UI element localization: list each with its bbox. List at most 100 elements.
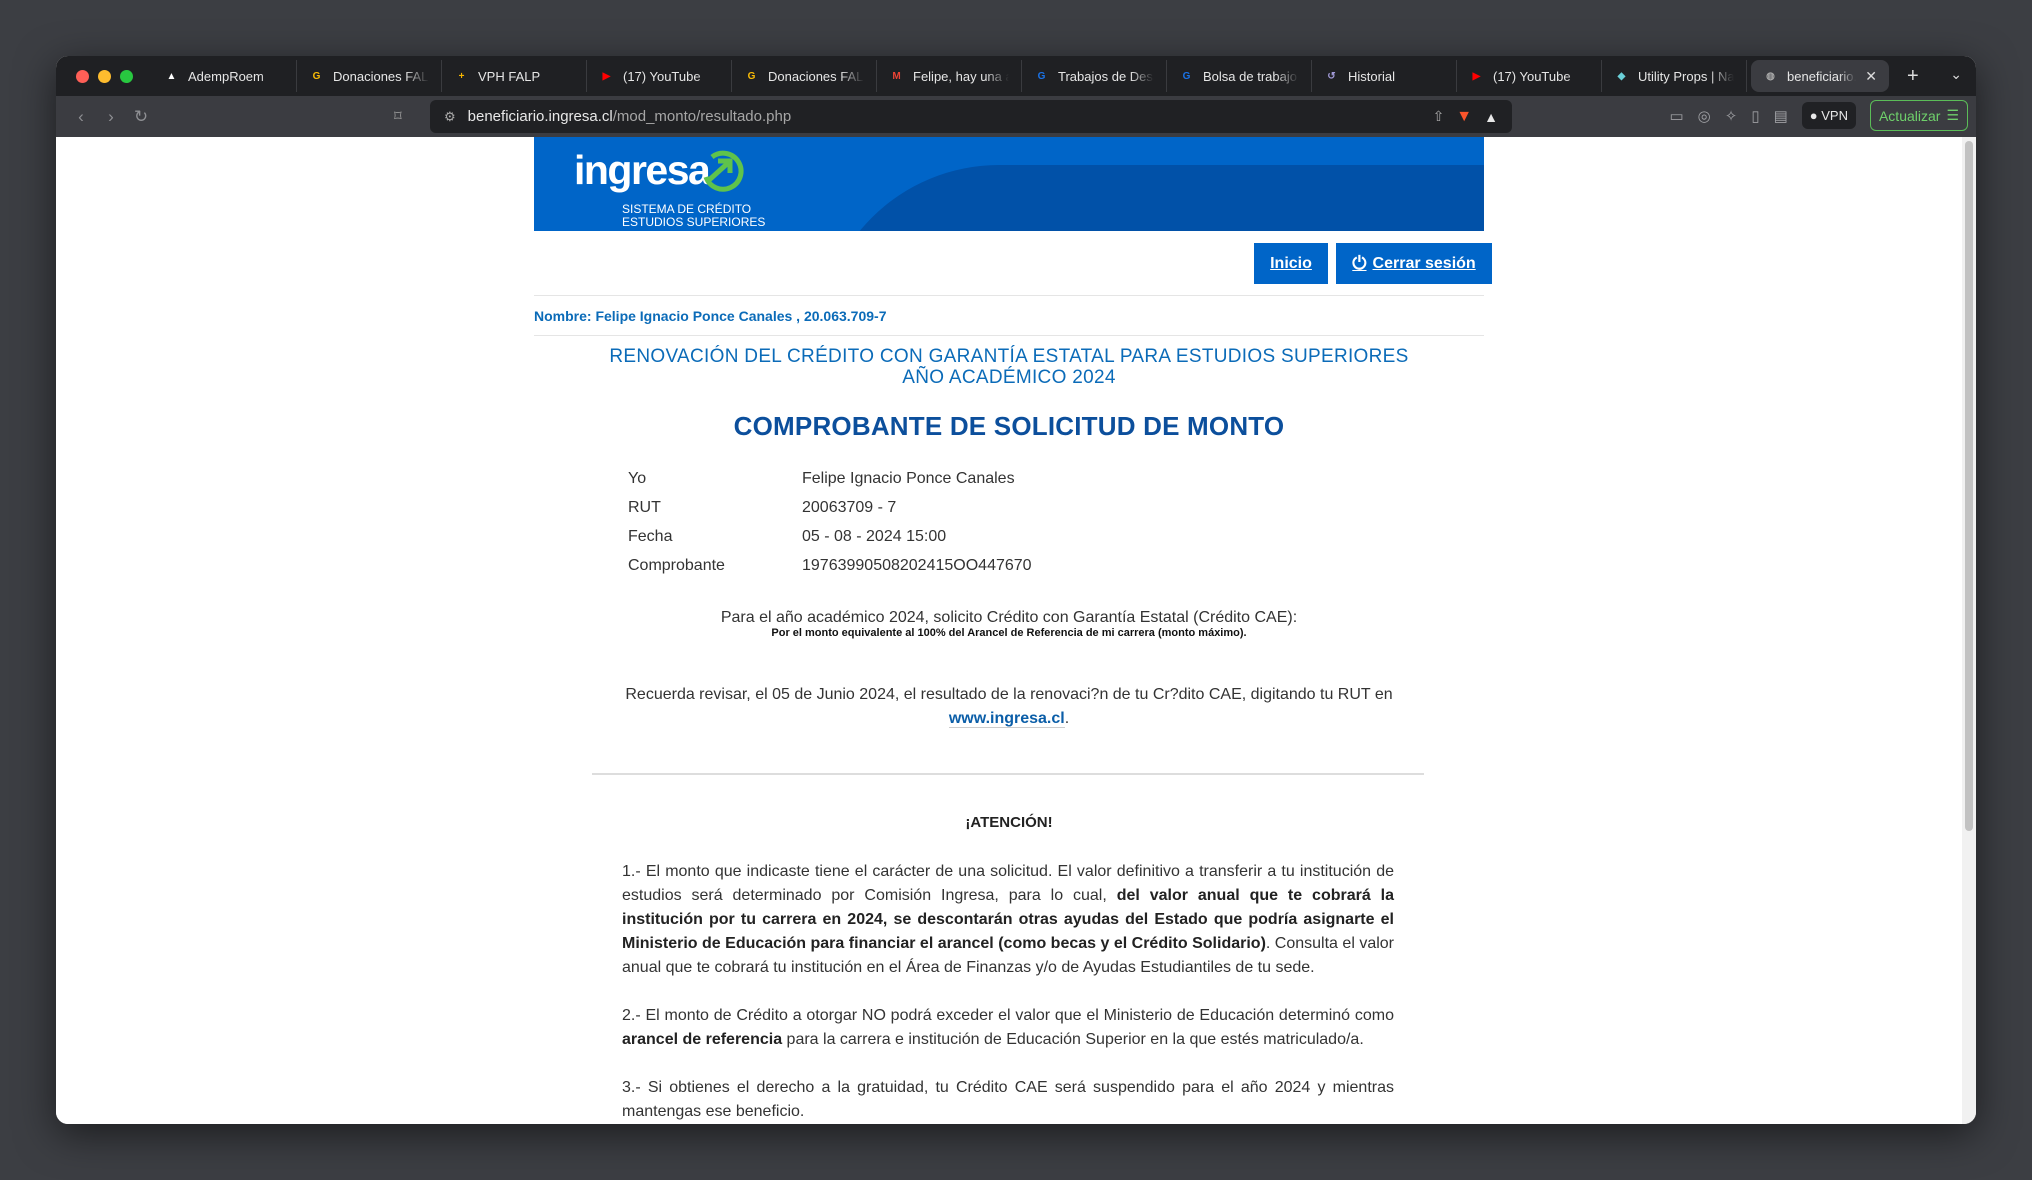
close-window-button[interactable]: [76, 69, 89, 83]
user-name: Nombre: Felipe Ignacio Ponce Canales , 2…: [534, 308, 887, 324]
youtube-icon: ▶: [602, 70, 611, 82]
tab-label: Donaciones FALP: [333, 68, 429, 84]
divider: [592, 773, 1424, 775]
cerrar-sesion-button[interactable]: ⏻ Cerrar sesión: [1336, 243, 1492, 284]
info-label: Yo: [628, 469, 647, 487]
info-label: RUT: [628, 498, 661, 516]
request-statement: Para el año académico 2024, solicito Cré…: [534, 609, 1484, 639]
tab-10[interactable]: ▶ (17) YouTube: [1457, 60, 1602, 92]
ingresa-logo[interactable]: ingresa SISTEMA DE CRÉDITO ESTUDIOS SUPE…: [574, 147, 765, 229]
reminder-period: .: [1064, 710, 1070, 727]
tab-7[interactable]: G Trabajos de Desa: [1022, 60, 1167, 92]
term-2-bold: arancel de referencia: [622, 1031, 783, 1048]
tab-5[interactable]: G Donaciones FALP: [732, 60, 877, 92]
extensions-icon[interactable]: ✧: [1725, 107, 1738, 125]
site-settings-icon[interactable]: ⚙: [444, 109, 456, 125]
tab-label: AdempRoem: [188, 68, 264, 84]
tab-12[interactable]: ◍ beneficiario.ingresa.cl ✕: [1751, 60, 1889, 92]
info-value: 20063709 - 7: [802, 498, 897, 516]
menu-icon: ☰: [1946, 107, 1959, 123]
receipt-info: Yo Felipe Ignacio Ponce Canales RUT 200637…: [628, 464, 1032, 580]
google-icon: G: [312, 70, 321, 82]
request-text: Para el año académico 2024, solicito Cré…: [720, 609, 1298, 626]
renewal-title-line1: RENOVACIÓN DEL CRÉDITO CON GARANTÍA ESTA…: [609, 346, 1409, 367]
tab-3[interactable]: + VPH FALP: [442, 60, 587, 92]
cube-icon: ◆: [1617, 70, 1626, 82]
brave-shields-icon[interactable]: ▼: [1456, 108, 1472, 126]
inicio-button[interactable]: Inicio: [1254, 243, 1328, 284]
url-path: /mod_monto/resultado.php: [612, 108, 792, 125]
sidebar-icon[interactable]: ▯: [1751, 107, 1759, 125]
tab-label: (17) YouTube: [623, 68, 701, 84]
brave-rewards-icon[interactable]: ▲: [1484, 109, 1498, 125]
term-3: 3.- Si obtienes el derecho a la gratuida…: [622, 1079, 1394, 1120]
back-arrow-icon[interactable]: ‹: [66, 107, 96, 127]
minimize-window-button[interactable]: [98, 69, 111, 83]
receipt-title: COMPROBANTE DE SOLICITUD DE MONTO: [733, 411, 1285, 441]
header-buttons: Inicio ⏻ Cerrar sesión: [534, 243, 1492, 285]
ingresa-link[interactable]: www.ingresa.cl: [948, 710, 1065, 728]
globe-icon: ◍: [1766, 70, 1775, 82]
url-text[interactable]: beneficiario.ingresa.cl/mod_monto/result…: [468, 108, 1421, 125]
tab-9[interactable]: ↺ Historial: [1312, 60, 1457, 92]
inicio-label: Inicio: [1270, 254, 1312, 272]
address-bar[interactable]: ⚙ beneficiario.ingresa.cl/mod_monto/resu…: [430, 100, 1512, 133]
info-row: Comprobante 19763990508202415OO447670: [628, 551, 1032, 580]
term-2: 2.- El monto de Crédito a otorgar NO pod…: [622, 1004, 1394, 1052]
leo-ai-icon[interactable]: ◎: [1698, 107, 1711, 125]
gmail-icon: M: [892, 70, 901, 82]
g-icon: G: [1182, 70, 1191, 82]
tab-4[interactable]: ▶ (17) YouTube: [587, 60, 732, 92]
vpn-label: VPN: [1821, 108, 1848, 123]
bookmark-icon[interactable]: ⌑: [394, 107, 402, 125]
tab-label: beneficiario.ingresa.cl: [1787, 68, 1856, 84]
triangle-icon: ▲: [166, 70, 177, 82]
tab-label: Utility Props | Na: [1638, 68, 1734, 84]
divider: [534, 295, 1484, 296]
share-icon[interactable]: ⇧: [1433, 108, 1445, 125]
tab-label: Historial: [1348, 68, 1395, 84]
tab-list-chevron-icon[interactable]: ⌄: [1950, 66, 1962, 83]
tab-label: Bolsa de trabajo: [1203, 68, 1297, 84]
page-content: ingresa SISTEMA DE CRÉDITO ESTUDIOS SUPE…: [56, 137, 1962, 1124]
window-controls: [56, 69, 152, 83]
tab-label: (17) YouTube: [1493, 68, 1571, 84]
renewal-title-line2: AÑO ACADÉMICO 2024: [902, 367, 1116, 388]
reload-icon[interactable]: ↻: [126, 107, 156, 127]
tab-2[interactable]: G Donaciones FALP: [297, 60, 442, 92]
tab-label: VPH FALP: [478, 68, 541, 84]
page-scrollbar[interactable]: [1962, 137, 1976, 1124]
info-label: Fecha: [628, 527, 673, 545]
logo-subtitle-line2: ESTUDIOS SUPERIORES: [622, 215, 766, 229]
forward-arrow-icon[interactable]: ›: [96, 107, 126, 127]
wallet-icon[interactable]: ▤: [1774, 107, 1788, 125]
tab-11[interactable]: ◆ Utility Props | Na: [1602, 60, 1747, 92]
new-tab-button[interactable]: +: [1907, 65, 1919, 88]
history-icon: ↺: [1327, 70, 1336, 82]
vpn-button[interactable]: ● VPN: [1801, 102, 1856, 129]
tab-1[interactable]: ▲ AdempRoem: [152, 60, 297, 92]
request-subtext: Por el monto equivalente al 100% del Ara…: [771, 627, 1247, 639]
divider: [534, 335, 1484, 336]
browser-window: ▲ AdempRoem G Donaciones FALP + VPH FALP ▶ (17)…: [56, 56, 1976, 1124]
tab-label: Trabajos de Desa: [1058, 68, 1154, 84]
g-icon: G: [1037, 70, 1046, 82]
update-label: Actualizar: [1878, 107, 1941, 124]
tab-label: Felipe, hay una a: [913, 68, 1009, 84]
ingresa-banner: ingresa SISTEMA DE CRÉDITO ESTUDIOS SUPE…: [534, 137, 1484, 231]
tab-6[interactable]: M Felipe, hay una a: [877, 60, 1022, 92]
screenshot-icon[interactable]: ▭: [1669, 107, 1683, 125]
tab-8[interactable]: G Bolsa de trabajo: [1167, 60, 1312, 92]
tab-strip: ▲ AdempRoem G Donaciones FALP + VPH FALP ▶ (17)…: [152, 56, 1889, 96]
info-label: Comprobante: [628, 556, 725, 574]
cerrar-sesion-label: Cerrar sesión: [1372, 254, 1476, 272]
scrollbar-thumb[interactable]: [1965, 141, 1973, 831]
tab-label: Donaciones FALP: [768, 68, 864, 84]
logo-arrow-icon: [703, 150, 744, 192]
info-row: Fecha 05 - 08 - 2024 15:00: [628, 522, 1032, 551]
info-value: Felipe Ignacio Ponce Canales: [802, 469, 1015, 487]
logo-word: ingresa: [574, 147, 711, 193]
zoom-window-button[interactable]: [120, 69, 133, 83]
update-button[interactable]: Actualizar ☰: [1869, 100, 1968, 131]
close-tab-icon[interactable]: ✕: [1865, 68, 1877, 85]
